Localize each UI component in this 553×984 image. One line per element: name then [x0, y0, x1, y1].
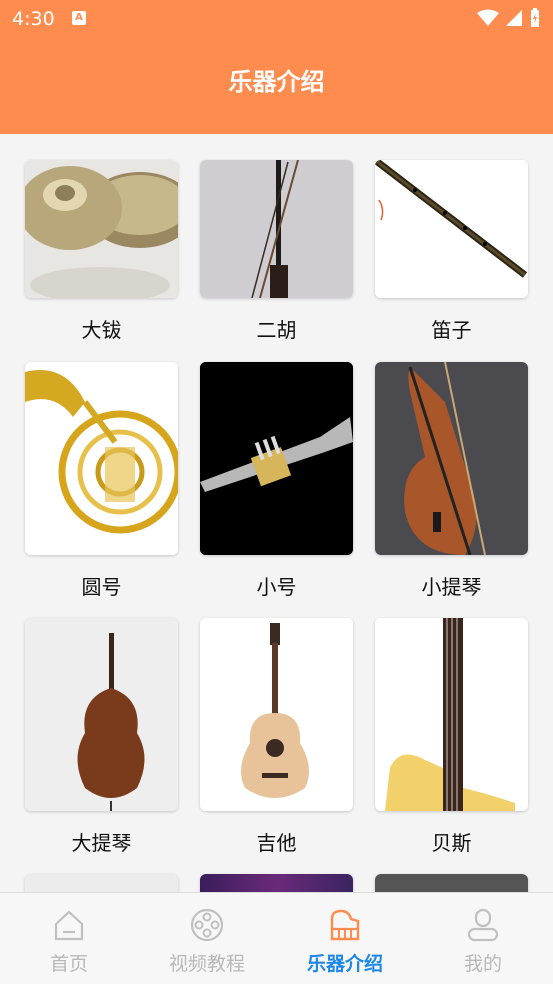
instrument-name: 圆号 — [81, 575, 122, 599]
nav-label: 视频教程 — [168, 953, 245, 975]
instrument-card-cello[interactable]: 大提琴 — [25, 618, 178, 856]
instrument-list[interactable]: 大钹 二胡 笛子 圆号 小号 小提琴 大提琴 吉他 贝斯 — [0, 134, 553, 892]
instrument-card-partial[interactable] — [200, 874, 353, 892]
instrument-card-partial[interactable] — [25, 874, 178, 892]
instrument-card-french-horn[interactable]: 圆号 — [25, 362, 178, 600]
nav-home[interactable]: 首页 — [0, 893, 138, 984]
page-title: 乐器介绍 — [228, 68, 325, 96]
cello-image — [25, 618, 178, 811]
dizi-image — [375, 160, 528, 298]
nav-label: 我的 — [463, 953, 502, 975]
cymbals-image — [25, 160, 178, 298]
notification-a-icon: A — [72, 11, 86, 25]
status-time: 4:30 — [12, 8, 55, 30]
instrument-name: 贝斯 — [431, 831, 472, 855]
french-horn-image — [25, 362, 178, 555]
bottom-navigation: 首页 视频教程 乐器介绍 我的 — [0, 892, 553, 984]
erhu-image — [200, 160, 353, 298]
instrument-name: 大钹 — [81, 318, 122, 342]
instrument-name: 笛子 — [431, 318, 472, 342]
instrument-name: 小号 — [256, 575, 297, 599]
instrument-card-guitar[interactable]: 吉他 — [200, 618, 353, 856]
user-icon — [467, 908, 499, 942]
instrument-card-partial[interactable] — [375, 874, 528, 892]
battery-icon — [531, 8, 539, 27]
nav-label: 乐器介绍 — [306, 953, 383, 975]
nav-video-tutorial[interactable]: 视频教程 — [138, 893, 276, 984]
guitar-image — [200, 618, 353, 811]
app-header: 4:30 A 乐器介绍 — [0, 0, 553, 134]
status-bar: 4:30 A — [0, 0, 553, 38]
instrument-card-erhu[interactable]: 二胡 — [200, 160, 353, 343]
wifi-icon — [477, 9, 499, 26]
system-icons — [477, 8, 541, 28]
instrument-card-violin[interactable]: 小提琴 — [375, 362, 528, 600]
film-reel-icon — [190, 908, 224, 942]
instrument-image — [375, 874, 528, 892]
instrument-name: 小提琴 — [421, 575, 482, 599]
instrument-name: 二胡 — [256, 318, 297, 342]
instrument-name: 大提琴 — [71, 831, 132, 855]
instrument-card-cymbals[interactable]: 大钹 — [25, 160, 178, 343]
piano-icon — [330, 909, 360, 941]
instrument-image — [25, 874, 178, 892]
home-icon — [54, 910, 84, 941]
instrument-card-trumpet[interactable]: 小号 — [200, 362, 353, 600]
bass-image — [375, 618, 528, 811]
instrument-card-bass[interactable]: 贝斯 — [375, 618, 528, 856]
nav-mine[interactable]: 我的 — [414, 893, 552, 984]
instrument-card-dizi[interactable]: 笛子 — [375, 160, 528, 343]
trumpet-image — [200, 362, 353, 555]
instrument-name: 吉他 — [256, 831, 297, 855]
instrument-image — [200, 874, 353, 892]
violin-image — [375, 362, 528, 555]
signal-icon — [506, 10, 522, 26]
nav-instrument-intro[interactable]: 乐器介绍 — [276, 893, 414, 984]
nav-label: 首页 — [49, 953, 88, 975]
